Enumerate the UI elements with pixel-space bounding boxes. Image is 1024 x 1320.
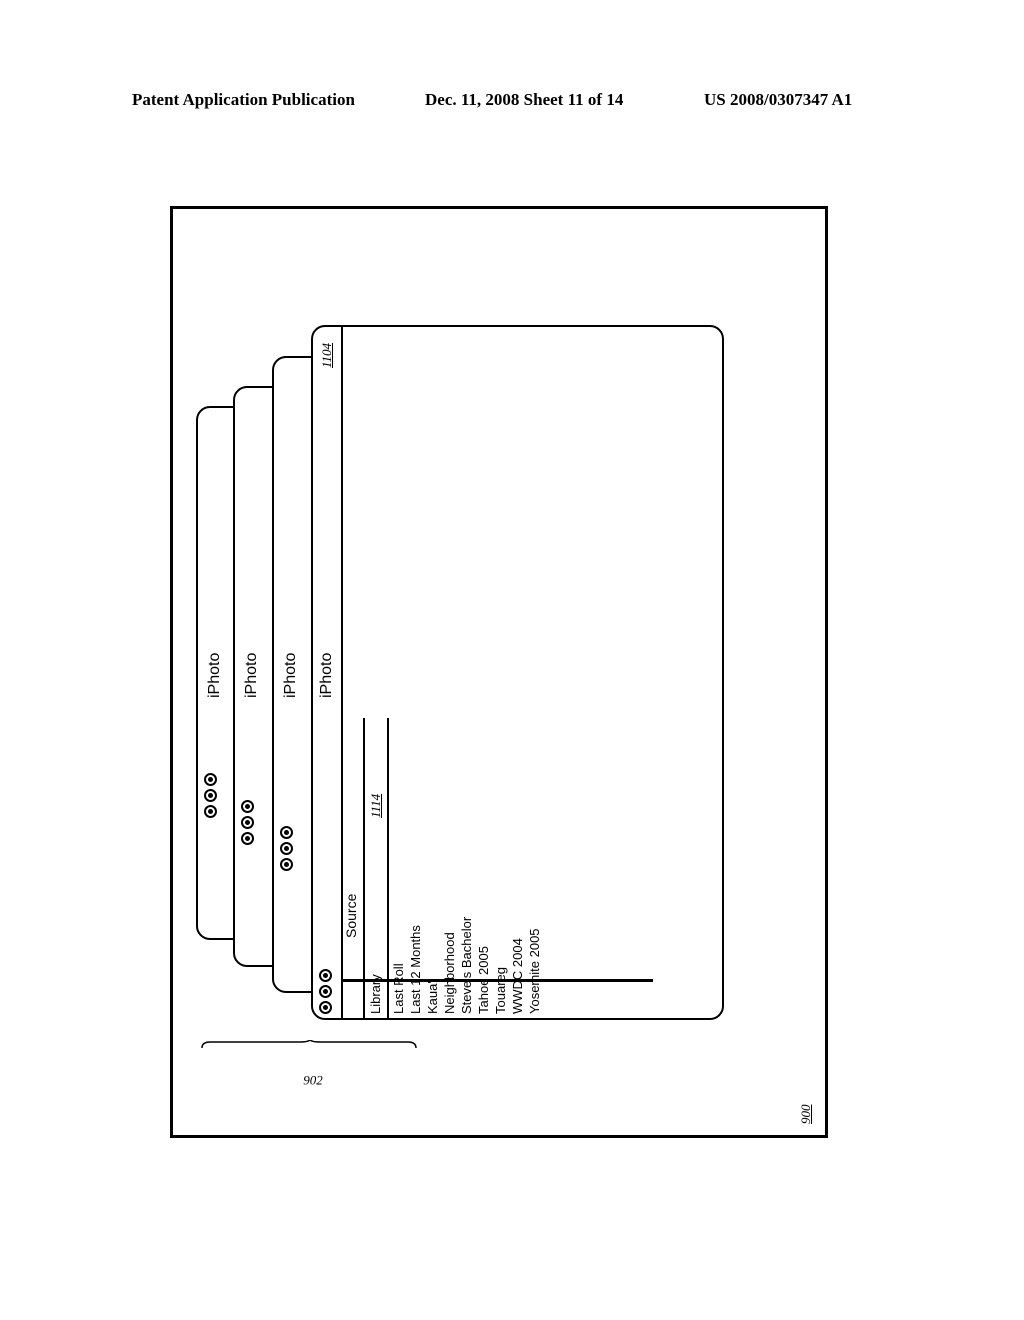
close-icon[interactable] <box>280 858 293 871</box>
source-item[interactable]: WWDC 2004 <box>510 938 525 1014</box>
minimize-icon[interactable] <box>319 985 332 998</box>
ref-1104: 1104 <box>319 342 334 368</box>
publication-title: Patent Application Publication <box>132 90 355 109</box>
source-item[interactable]: Steve's Bachelor <box>459 917 474 1014</box>
zoom-icon[interactable] <box>204 773 217 786</box>
window-title: iPhoto <box>282 652 299 698</box>
source-item[interactable]: Touareg <box>493 967 508 1014</box>
zoom-icon[interactable] <box>241 800 254 813</box>
ref-902: 902 <box>303 1072 323 1088</box>
source-item[interactable]: Tahoe 2005 <box>476 946 491 1014</box>
window-titlebar[interactable]: iPhoto 1104 <box>313 327 343 1018</box>
iphoto-window-front[interactable]: iPhoto 1104 Source Library 1114 Last Rol… <box>311 325 724 1020</box>
window-title: iPhoto <box>206 652 223 698</box>
close-icon[interactable] <box>319 1001 332 1014</box>
source-item-library[interactable]: Library <box>368 974 383 1014</box>
ref-1114: 1114 <box>368 793 383 818</box>
source-item[interactable]: Yosemite 2005 <box>527 928 542 1014</box>
source-item[interactable]: Last Roll <box>391 963 406 1014</box>
source-item[interactable]: Kaua'i <box>425 978 440 1014</box>
close-icon[interactable] <box>241 832 254 845</box>
minimize-icon[interactable] <box>280 842 293 855</box>
window-controls[interactable] <box>280 826 293 871</box>
window-stack-brace-line <box>201 1040 417 1049</box>
window-controls[interactable] <box>204 773 217 818</box>
publication-date-sheet: Dec. 11, 2008 Sheet 11 of 14 <box>425 90 624 109</box>
minimize-icon[interactable] <box>241 816 254 829</box>
window-controls[interactable] <box>319 969 332 1014</box>
ref-900: 900 <box>798 1104 813 1125</box>
divider <box>387 718 389 1018</box>
source-item[interactable]: Neighborhood <box>442 932 457 1014</box>
window-controls[interactable] <box>241 800 254 845</box>
window-title: iPhoto <box>318 652 335 698</box>
zoom-icon[interactable] <box>319 969 332 982</box>
figure-11: 900 902 iPhoto iPhoto iPhoto iPhoto 1104 <box>170 206 828 1138</box>
source-item[interactable]: Last 12 Months <box>408 925 423 1014</box>
source-header-row: Source <box>343 718 363 1018</box>
minimize-icon[interactable] <box>204 789 217 802</box>
window-title: iPhoto <box>243 652 260 698</box>
zoom-icon[interactable] <box>280 826 293 839</box>
source-library-row[interactable]: Library 1114 <box>365 718 387 1018</box>
publication-number: US 2008/0307347 A1 <box>704 90 853 109</box>
source-header-label: Source <box>343 893 359 938</box>
close-icon[interactable] <box>204 805 217 818</box>
